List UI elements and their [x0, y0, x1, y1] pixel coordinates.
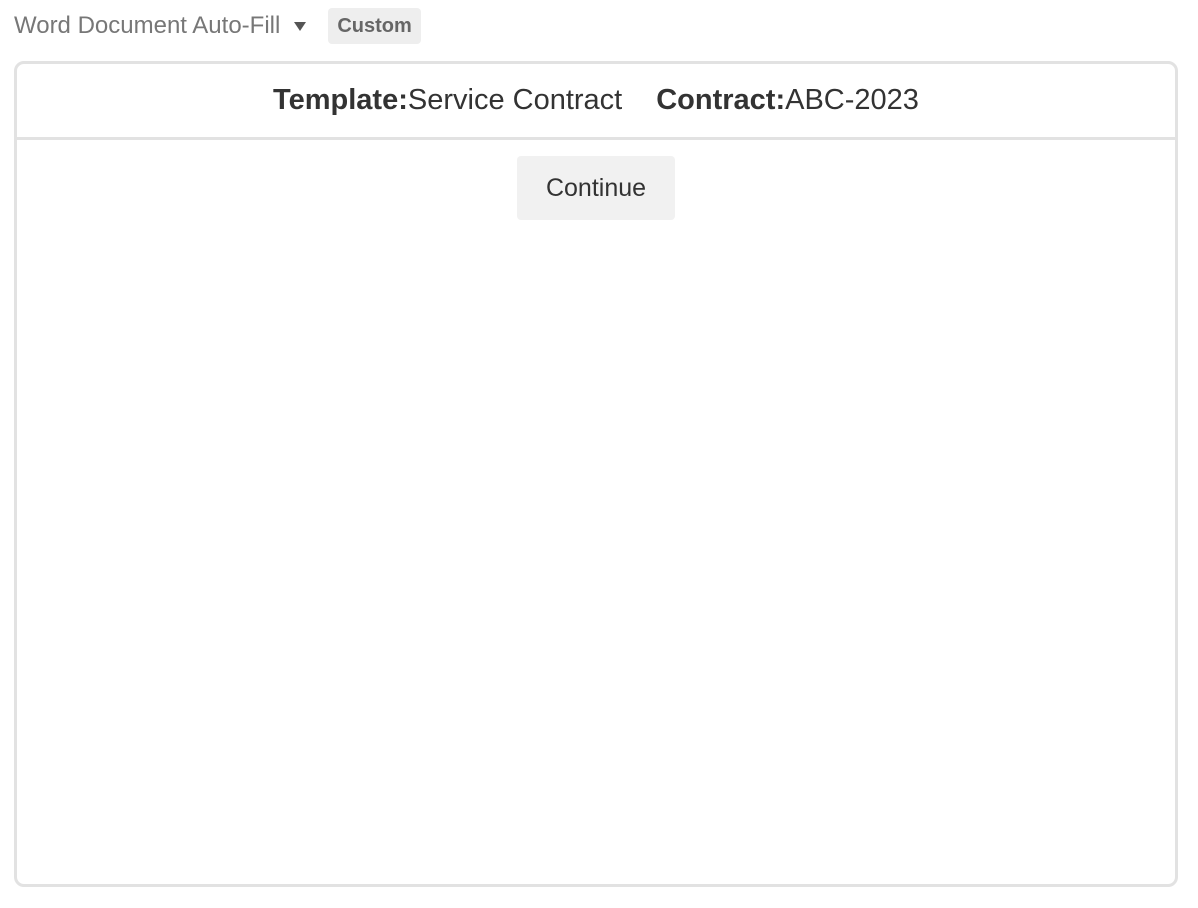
app-title[interactable]: Word Document Auto-Fill	[14, 12, 280, 40]
panel-header: Template:Service Contract Contract:ABC-2…	[17, 64, 1175, 140]
continue-button[interactable]: Continue	[517, 156, 675, 220]
caret-down-icon[interactable]	[294, 21, 307, 31]
contract-field: Contract:ABC-2023	[656, 84, 919, 117]
template-label: Template:	[273, 84, 408, 116]
panel-body: Continue	[17, 140, 1175, 220]
document-panel: Template:Service Contract Contract:ABC-2…	[14, 61, 1178, 887]
template-field: Template:Service Contract	[273, 84, 622, 117]
template-value: Service Contract	[407, 84, 623, 116]
contract-label: Contract:	[656, 84, 786, 116]
contract-value: ABC-2023	[785, 84, 919, 116]
custom-badge: Custom	[328, 8, 421, 44]
top-bar: Word Document Auto-Fill Custom	[14, 8, 421, 44]
